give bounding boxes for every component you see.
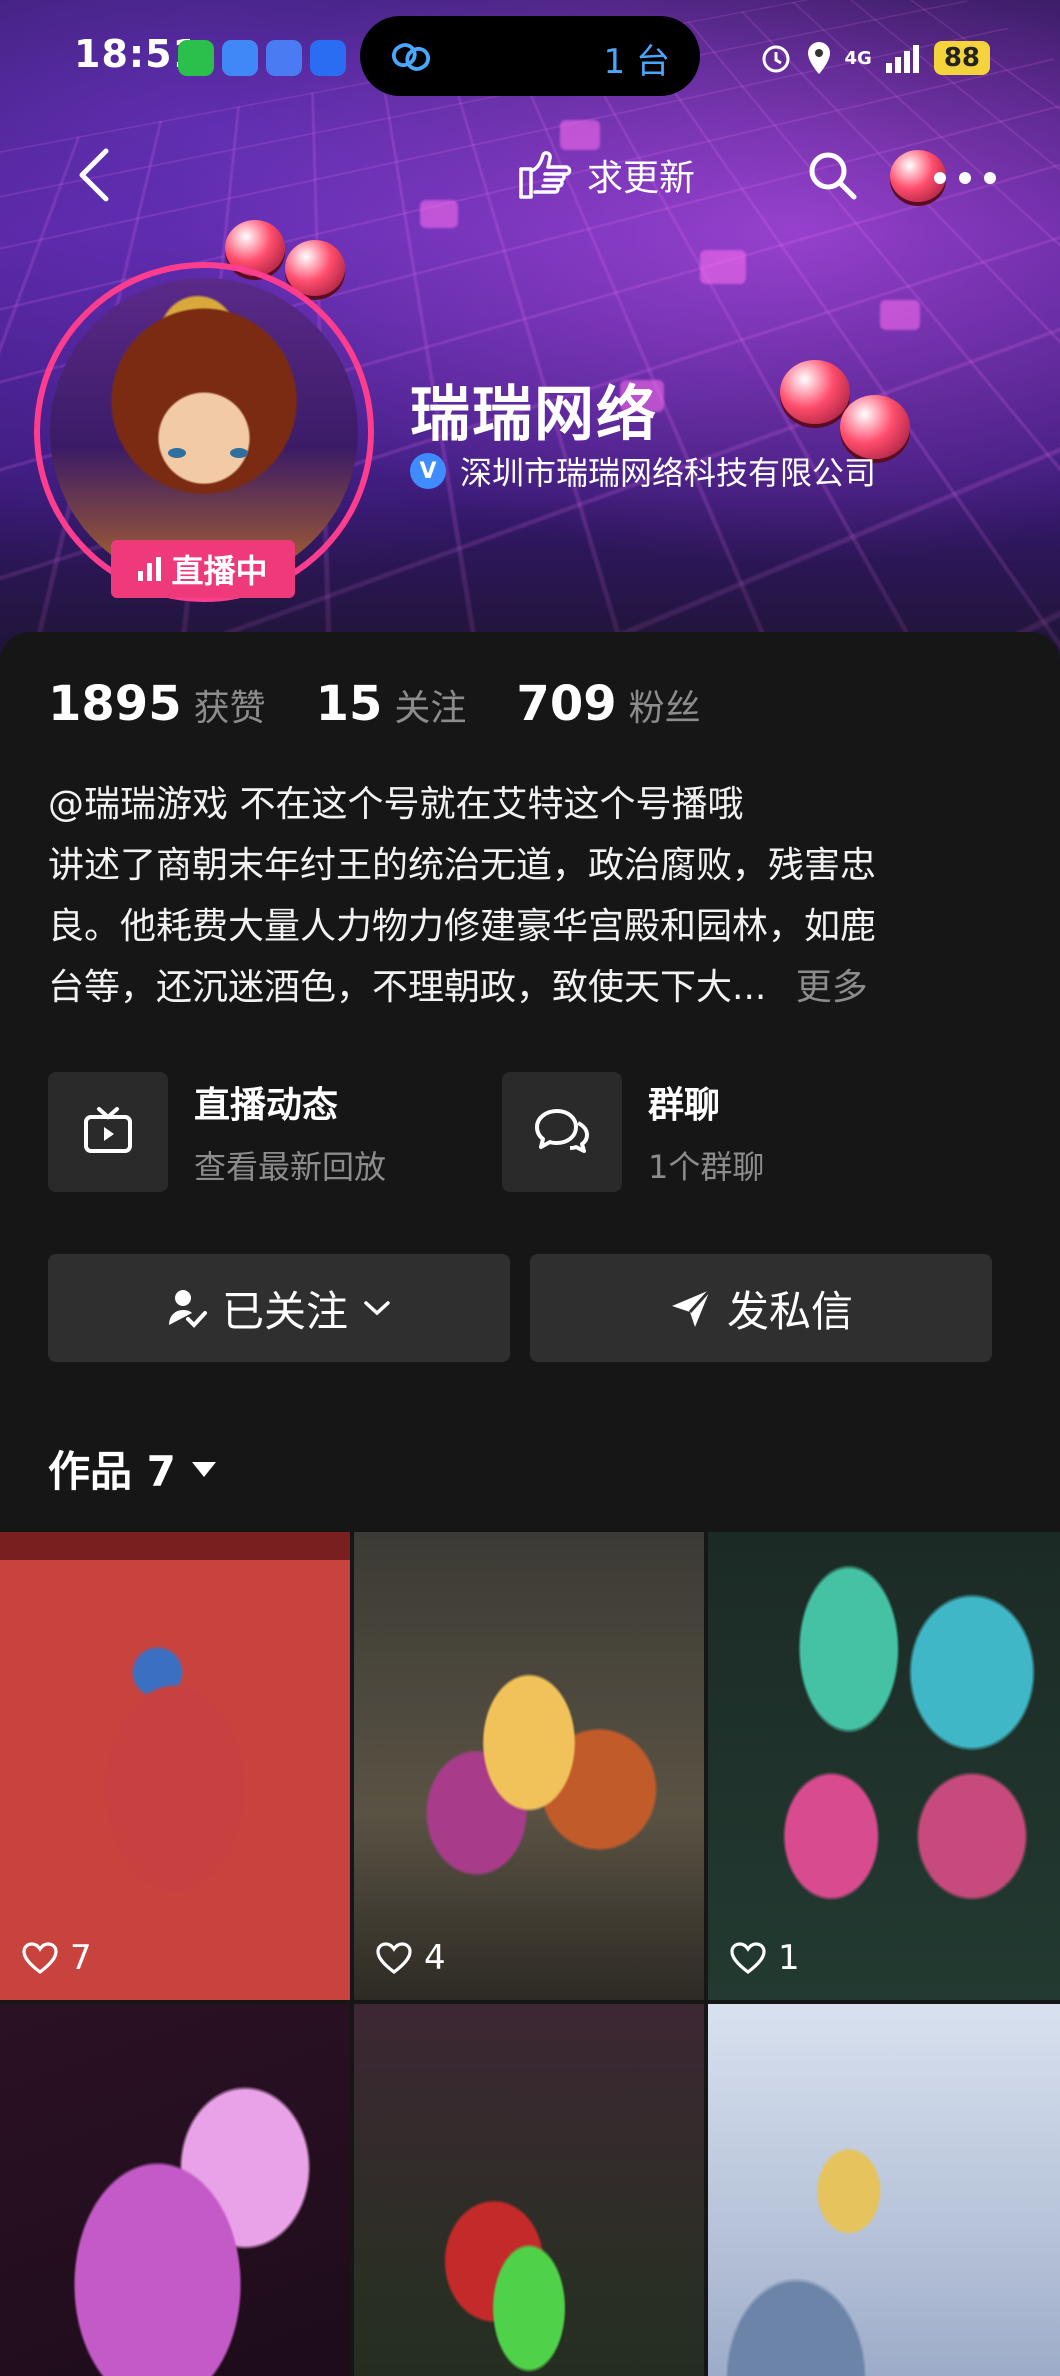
bio-more-link[interactable]: 更多 [796, 967, 868, 1008]
live-replay-title: 直播动态 [194, 1076, 386, 1128]
network-label: 4G [845, 48, 872, 69]
live-badge[interactable]: 直播中 [111, 540, 295, 598]
search-icon[interactable] [805, 148, 859, 202]
fans-label[interactable]: 粉丝 [629, 679, 701, 731]
status-bar: 18:51 1 台 4G 88 [0, 0, 1060, 110]
app-icon-blue [222, 40, 258, 76]
bio-line: 讲述了商朝末年纣王的统治无道，政治腐败，残害忠 [48, 835, 1018, 896]
bio-line: 台等，还沉迷酒色，不理朝政，致使天下大... 更多 [48, 957, 1018, 1018]
work-thumbnail[interactable]: 4 [354, 1532, 704, 2000]
profile-sheet: 1895 获赞 15 关注 709 粉丝 @瑞瑞游戏 不在这个号就在艾特这个号播… [0, 632, 1060, 2376]
caret-down-icon [190, 1459, 218, 1479]
heart-icon [22, 1942, 58, 1974]
back-icon[interactable] [70, 145, 120, 205]
like-count: 1 [730, 1938, 800, 1978]
wechat-icon [178, 40, 214, 76]
work-thumbnail[interactable]: 1 [708, 1532, 1060, 2000]
profile-bio[interactable]: @瑞瑞游戏 不在这个号就在艾特这个号播哦 讲述了商朝末年纣王的统治无道，政治腐败… [48, 774, 1018, 1018]
live-replay-card[interactable]: 直播动态 查看最新回放 [48, 1072, 386, 1192]
work-thumbnail[interactable] [0, 2004, 350, 2376]
location-icon [805, 40, 833, 76]
following-count[interactable]: 15 [316, 676, 383, 732]
work-thumbnail[interactable] [354, 2004, 704, 2376]
send-message-button[interactable]: 发私信 [530, 1254, 992, 1362]
user-check-icon [166, 1287, 208, 1329]
dynamic-island[interactable]: 1 台 [360, 16, 700, 96]
profile-name: 瑞瑞网络 [410, 366, 658, 453]
island-count: 1 台 [604, 34, 670, 83]
battery-indicator: 88 [934, 41, 990, 75]
group-chat-icon [533, 1105, 591, 1159]
live-bars-icon [138, 557, 161, 581]
send-icon [669, 1286, 713, 1330]
works-tab[interactable]: 作品 7 [48, 1438, 218, 1499]
signal-icon [884, 43, 922, 73]
work-thumbnail[interactable] [708, 2004, 1060, 2376]
heart-icon [376, 1942, 412, 1974]
verified-icon: V [410, 453, 446, 489]
bio-line: 良。他耗费大量人力物力修建豪华宫殿和园林，如鹿 [48, 896, 1018, 957]
bio-line: @瑞瑞游戏 不在这个号就在艾特这个号播哦 [48, 774, 1018, 835]
message-icon [266, 40, 302, 76]
pointing-hand-icon [515, 147, 573, 203]
works-label: 作品 7 [48, 1438, 176, 1499]
likes-count: 1895 [48, 676, 182, 732]
like-count: 7 [22, 1938, 92, 1978]
link-icon [388, 34, 434, 80]
group-chat-card[interactable]: 群聊 1个群聊 [502, 1072, 764, 1192]
following-label: 已关注 [222, 1278, 348, 1339]
bio-line-text: 台等，还沉迷酒色，不理朝政，致使天下大... [48, 967, 766, 1008]
live-replay-subtitle: 查看最新回放 [194, 1142, 386, 1188]
browser-icon [310, 40, 346, 76]
chevron-down-icon [362, 1298, 392, 1318]
group-chat-subtitle: 1个群聊 [648, 1142, 764, 1188]
tv-icon [81, 1105, 135, 1159]
request-update-button[interactable]: 求更新 [515, 145, 695, 205]
verified-org-label: 深圳市瑞瑞网络科技有限公司 [460, 448, 876, 494]
verified-org: V 深圳市瑞瑞网络科技有限公司 [410, 448, 876, 494]
work-thumbnail[interactable]: 7 [0, 1532, 350, 2000]
group-chat-title: 群聊 [648, 1076, 764, 1128]
heart-icon [730, 1942, 766, 1974]
following-button[interactable]: 已关注 [48, 1254, 510, 1362]
following-label[interactable]: 关注 [394, 679, 466, 731]
likes-label: 获赞 [194, 679, 266, 731]
fans-count[interactable]: 709 [516, 676, 616, 732]
more-icon[interactable] [930, 168, 1000, 188]
like-count: 4 [376, 1938, 446, 1978]
request-update-label: 求更新 [587, 149, 695, 201]
live-badge-label: 直播中 [171, 546, 267, 592]
alarm-icon [759, 41, 793, 75]
profile-stats: 1895 获赞 15 关注 709 粉丝 [48, 676, 751, 732]
send-message-label: 发私信 [727, 1278, 853, 1339]
